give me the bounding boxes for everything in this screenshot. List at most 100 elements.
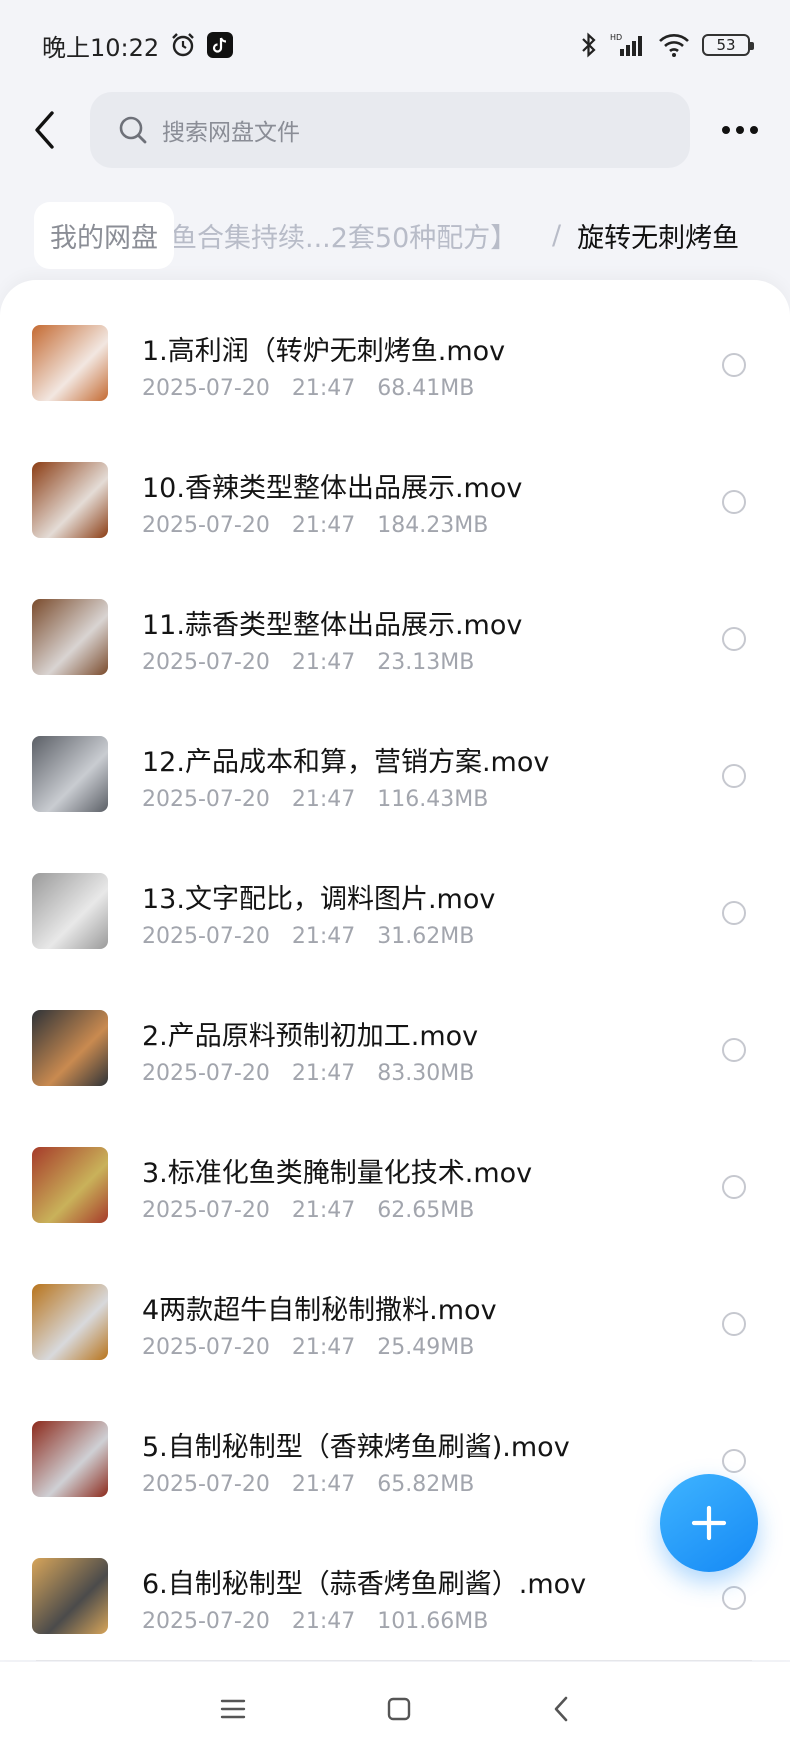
video-thumbnail — [32, 325, 108, 401]
back-button[interactable] — [0, 90, 90, 170]
file-meta: 2025-07-20 21:47 116.43MB — [142, 787, 503, 812]
file-meta: 2025-07-20 21:47 31.62MB — [142, 924, 489, 949]
select-checkbox[interactable] — [722, 1175, 746, 1199]
video-thumbnail — [32, 1010, 108, 1086]
file-list: 1.高利润（转炉无刺烤鱼.mov 2025-07-20 21:47 68.41M… — [0, 280, 790, 1660]
file-name: 13.文字配比，调料图片.mov — [142, 884, 496, 915]
search-icon — [119, 116, 147, 144]
file-name: 12.产品成本和算，营销方案.mov — [142, 747, 550, 778]
file-time: 21:47 — [291, 376, 356, 401]
more-dot — [750, 126, 758, 134]
status-right: HD 53 — [580, 31, 754, 59]
file-date: 2025-07-20 — [142, 376, 270, 401]
file-time: 21:47 — [291, 924, 356, 949]
file-meta: 2025-07-20 21:47 101.66MB — [142, 1609, 503, 1634]
video-thumbnail — [32, 462, 108, 538]
file-date: 2025-07-20 — [142, 1472, 270, 1497]
file-size: 68.41MB — [377, 376, 475, 401]
file-name: 10.香辣类型整体出品展示.mov — [142, 473, 523, 504]
file-name: 11.蒜香类型整体出品展示.mov — [142, 610, 523, 641]
select-checkbox[interactable] — [722, 901, 746, 925]
file-date: 2025-07-20 — [142, 1609, 270, 1634]
wifi-icon — [659, 34, 689, 57]
file-date: 2025-07-20 — [142, 1061, 270, 1086]
network-type-label: HD — [610, 33, 622, 42]
bluetooth-icon — [582, 32, 596, 58]
more-options-button[interactable] — [690, 90, 790, 170]
file-meta: 2025-07-20 21:47 62.65MB — [142, 1198, 489, 1223]
file-meta: 2025-07-20 21:47 25.49MB — [142, 1335, 489, 1360]
select-checkbox[interactable] — [722, 353, 746, 377]
search-placeholder: 搜索网盘文件 — [162, 120, 300, 146]
file-row[interactable]: 3.标准化鱼类腌制量化技术.mov 2025-07-20 21:47 62.65… — [0, 1102, 790, 1239]
select-checkbox[interactable] — [722, 764, 746, 788]
file-meta: 2025-07-20 21:47 184.23MB — [142, 513, 503, 538]
breadcrumb-root[interactable]: 我的网盘 — [34, 201, 174, 269]
file-meta: 2025-07-20 21:47 83.30MB — [142, 1061, 489, 1086]
file-name: 6.自制秘制型（蒜香烤鱼刷酱）.mov — [142, 1569, 587, 1600]
select-checkbox[interactable] — [722, 627, 746, 651]
select-checkbox[interactable] — [722, 1586, 746, 1610]
file-row[interactable]: 2.产品原料预制初加工.mov 2025-07-20 21:47 83.30MB — [0, 965, 790, 1102]
file-row[interactable]: 4两款超牛自制秘制撒料.mov 2025-07-20 21:47 25.49MB — [0, 1239, 790, 1376]
status-left: 晚上10:22 — [42, 28, 234, 63]
file-meta: 2025-07-20 21:47 23.13MB — [142, 650, 489, 675]
top-nav: 搜索网盘文件 — [0, 90, 790, 170]
video-thumbnail — [32, 736, 108, 812]
video-thumbnail — [32, 1284, 108, 1360]
breadcrumb: 我的网盘 鱼合集持续...2套50种配方】 / 旋转无刺烤鱼 — [0, 195, 790, 275]
divider — [36, 1660, 752, 1661]
file-row[interactable]: 10.香辣类型整体出品展示.mov 2025-07-20 21:47 184.2… — [0, 417, 790, 554]
chevron-left-icon — [35, 111, 54, 149]
select-checkbox[interactable] — [722, 1449, 746, 1473]
file-name: 1.高利润（转炉无刺烤鱼.mov — [142, 336, 506, 367]
breadcrumb-separator: / — [552, 219, 562, 251]
select-checkbox[interactable] — [722, 1312, 746, 1336]
file-size: 65.82MB — [377, 1472, 475, 1497]
battery-level: 53 — [716, 36, 736, 54]
menu-icon[interactable] — [219, 1697, 247, 1721]
file-time: 21:47 — [291, 1335, 356, 1360]
file-time: 21:47 — [291, 1198, 356, 1223]
alarm-icon — [172, 33, 195, 57]
battery-indicator: 53 — [702, 34, 754, 56]
home-icon[interactable] — [386, 1696, 412, 1722]
status-time: 晚上10:22 — [42, 33, 160, 62]
video-thumbnail — [32, 599, 108, 675]
search-input[interactable]: 搜索网盘文件 — [90, 92, 690, 168]
file-size: 116.43MB — [377, 787, 489, 812]
file-size: 101.66MB — [377, 1609, 489, 1634]
file-size: 62.65MB — [377, 1198, 475, 1223]
back-nav-icon[interactable] — [551, 1695, 571, 1723]
video-thumbnail — [32, 1147, 108, 1223]
breadcrumb-middle[interactable]: 鱼合集持续...2套50种配方】 — [170, 216, 520, 255]
file-time: 21:47 — [291, 1609, 356, 1634]
file-row[interactable]: 13.文字配比，调料图片.mov 2025-07-20 21:47 31.62M… — [0, 828, 790, 965]
more-dot — [722, 126, 730, 134]
file-meta: 2025-07-20 21:47 65.82MB — [142, 1472, 489, 1497]
file-name: 4两款超牛自制秘制撒料.mov — [142, 1295, 497, 1326]
breadcrumb-current: 旋转无刺烤鱼 — [577, 222, 740, 254]
file-date: 2025-07-20 — [142, 787, 270, 812]
file-row[interactable]: 1.高利润（转炉无刺烤鱼.mov 2025-07-20 21:47 68.41M… — [0, 280, 790, 417]
plus-icon — [691, 1505, 727, 1541]
file-time: 21:47 — [291, 1472, 356, 1497]
file-time: 21:47 — [291, 1061, 356, 1086]
file-date: 2025-07-20 — [142, 650, 270, 675]
system-nav-bar — [0, 1662, 790, 1756]
file-name: 5.自制秘制型（香辣烤鱼刷酱).mov — [142, 1432, 570, 1463]
tiktok-icon — [207, 32, 234, 58]
file-time: 21:47 — [291, 650, 356, 675]
file-time: 21:47 — [291, 787, 356, 812]
select-checkbox[interactable] — [722, 490, 746, 514]
file-row[interactable]: 11.蒜香类型整体出品展示.mov 2025-07-20 21:47 23.13… — [0, 554, 790, 691]
file-date: 2025-07-20 — [142, 513, 270, 538]
add-button[interactable] — [660, 1474, 758, 1572]
file-date: 2025-07-20 — [142, 1198, 270, 1223]
signal-icon: HD — [610, 33, 642, 56]
status-bar: 晚上10:22 HD 53 — [0, 0, 790, 90]
file-row[interactable]: 12.产品成本和算，营销方案.mov 2025-07-20 21:47 116.… — [0, 691, 790, 828]
select-checkbox[interactable] — [722, 1038, 746, 1062]
file-date: 2025-07-20 — [142, 1335, 270, 1360]
file-date: 2025-07-20 — [142, 924, 270, 949]
